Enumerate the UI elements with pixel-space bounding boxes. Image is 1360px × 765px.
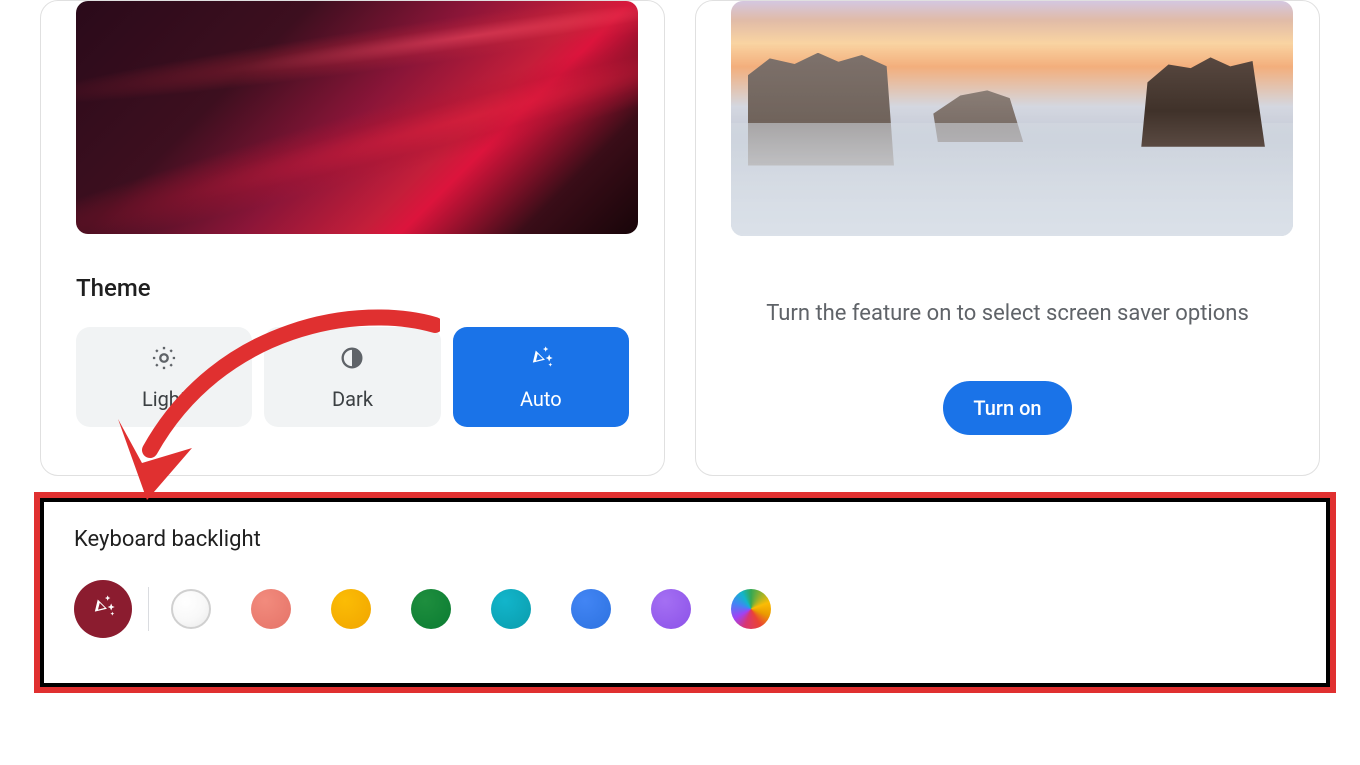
theme-auto-label: Auto: [520, 387, 562, 411]
theme-light-label: Light: [142, 387, 186, 411]
backlight-white-swatch[interactable]: [171, 589, 211, 629]
wallpaper-preview[interactable]: [76, 1, 638, 234]
backlight-blue-swatch[interactable]: [571, 589, 611, 629]
screensaver-turn-on-button[interactable]: Turn on: [943, 381, 1071, 435]
theme-light-button[interactable]: Light: [76, 327, 252, 427]
theme-heading: Theme: [76, 274, 629, 302]
backlight-auto-swatch[interactable]: [74, 580, 132, 638]
swatch-divider: [148, 587, 149, 631]
screensaver-preview[interactable]: [731, 1, 1293, 236]
magic-wand-icon: [89, 593, 117, 625]
backlight-red-swatch[interactable]: [251, 589, 291, 629]
contrast-icon: [338, 344, 366, 377]
screensaver-card: Turn the feature on to select screen sav…: [695, 0, 1320, 476]
backlight-purple-swatch[interactable]: [651, 589, 691, 629]
backlight-green-swatch[interactable]: [411, 589, 451, 629]
backlight-teal-swatch[interactable]: [491, 589, 531, 629]
backlight-yellow-swatch[interactable]: [331, 589, 371, 629]
sun-icon: [150, 344, 178, 377]
theme-dark-label: Dark: [332, 387, 373, 411]
magic-wand-icon: [527, 344, 555, 377]
theme-dark-button[interactable]: Dark: [264, 327, 440, 427]
keyboard-backlight-panel: Keyboard backlight: [40, 498, 1330, 687]
backlight-rainbow-swatch[interactable]: [731, 589, 771, 629]
theme-segmented-control: Light Dark: [76, 327, 629, 427]
theme-auto-button[interactable]: Auto: [453, 327, 629, 427]
keyboard-backlight-title: Keyboard backlight: [74, 527, 1296, 552]
wallpaper-theme-card: Theme Light: [40, 0, 665, 476]
backlight-color-row: [74, 580, 1296, 638]
screensaver-description: Turn the feature on to select screen sav…: [731, 301, 1284, 326]
